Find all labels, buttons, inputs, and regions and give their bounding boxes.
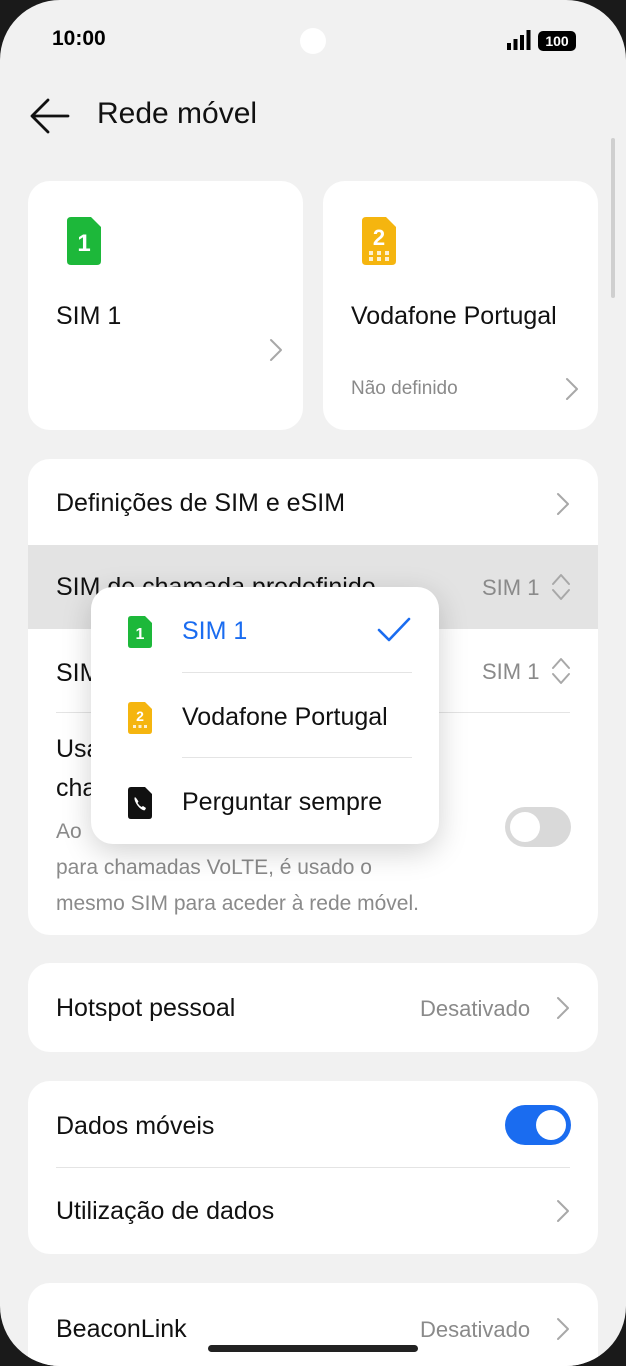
hotspot-group: Hotspot pessoal Desativado — [28, 963, 598, 1052]
volte-toggle[interactable] — [505, 807, 571, 847]
signal-icon — [507, 30, 531, 50]
sim-esim-settings-label: Definições de SIM e eSIM — [56, 489, 346, 517]
popup-option-always-ask[interactable]: Perguntar sempre — [91, 758, 439, 842]
popup-option-sim2[interactable]: 2 Vodafone Portugal — [91, 673, 439, 757]
beaconlink-row[interactable]: BeaconLink Desativado — [28, 1283, 598, 1366]
camera-cutout — [300, 28, 326, 54]
svg-text:1: 1 — [77, 230, 90, 257]
chevron-right-icon — [269, 338, 283, 362]
mobile-data-group: Dados móveis Utilização de dados — [28, 1081, 598, 1254]
beaconlink-value: Desativado — [420, 1317, 531, 1342]
screen: 10:00 100 Rede móvel 1 SIM 1 2 Vodafone … — [0, 0, 626, 1366]
data-usage-row[interactable]: Utilização de dados — [28, 1168, 598, 1254]
sim-1-icon: 1 — [126, 615, 154, 649]
hotspot-value: Desativado — [420, 996, 531, 1021]
back-arrow-icon — [30, 98, 70, 134]
home-indicator[interactable] — [208, 1345, 418, 1352]
checkmark-icon — [377, 617, 411, 643]
mobile-data-label: Dados móveis — [56, 1112, 215, 1140]
popup-option-label: SIM 1 — [182, 617, 248, 645]
popup-option-sim1[interactable]: 1 SIM 1 — [91, 587, 439, 671]
up-down-chevron-icon — [550, 656, 572, 686]
mobile-data-row[interactable]: Dados móveis — [28, 1081, 598, 1167]
sim2-name: Vodafone Portugal — [351, 302, 557, 330]
back-button[interactable] — [28, 96, 70, 136]
battery-icon: 100 — [538, 31, 576, 51]
default-data-sim-value: SIM 1 — [482, 659, 540, 684]
scrollbar[interactable] — [611, 138, 615, 298]
page-title: Rede móvel — [97, 97, 258, 130]
volte-desc-line2: para chamadas VoLTE, é usado o — [56, 856, 372, 879]
popup-option-label: Perguntar sempre — [182, 788, 383, 816]
chevron-right-icon — [556, 1199, 570, 1223]
up-down-chevron-icon — [550, 572, 572, 602]
svg-text:1: 1 — [136, 626, 145, 643]
toggle-knob — [536, 1110, 566, 1140]
popup-option-label: Vodafone Portugal — [182, 703, 388, 731]
sim-2-icon: 2 — [358, 215, 400, 267]
volte-desc-line3: mesmo SIM para aceder à rede móvel. — [56, 892, 419, 915]
sim1-name: SIM 1 — [56, 302, 122, 330]
status-time: 10:00 — [52, 27, 106, 50]
chevron-right-icon — [556, 492, 570, 516]
beaconlink-label: BeaconLink — [56, 1315, 187, 1343]
chevron-right-icon — [556, 996, 570, 1020]
svg-text:2: 2 — [136, 708, 144, 724]
data-usage-label: Utilização de dados — [56, 1197, 275, 1225]
chevron-right-icon — [556, 1317, 570, 1341]
sim2-card[interactable]: 2 Vodafone Portugal Não definido — [323, 181, 598, 430]
beaconlink-group: BeaconLink Desativado — [28, 1283, 598, 1366]
hotspot-label: Hotspot pessoal — [56, 994, 236, 1022]
default-call-sim-value: SIM 1 — [482, 575, 540, 600]
sim-esim-settings-row[interactable]: Definições de SIM e eSIM — [28, 459, 598, 545]
chevron-right-icon — [565, 377, 579, 401]
phone-icon — [126, 786, 154, 820]
sim1-card[interactable]: 1 SIM 1 — [28, 181, 303, 430]
hotspot-row[interactable]: Hotspot pessoal Desativado — [28, 963, 598, 1052]
sim2-status: Não definido — [351, 378, 458, 399]
toggle-knob — [510, 812, 540, 842]
svg-text:2: 2 — [373, 225, 385, 250]
sim-1-icon: 1 — [63, 215, 105, 267]
mobile-data-toggle[interactable] — [505, 1105, 571, 1145]
sim-2-icon: 2 — [126, 701, 154, 735]
default-call-sim-popup: 1 SIM 1 2 Vodafone Portugal Perguntar se… — [91, 587, 439, 844]
